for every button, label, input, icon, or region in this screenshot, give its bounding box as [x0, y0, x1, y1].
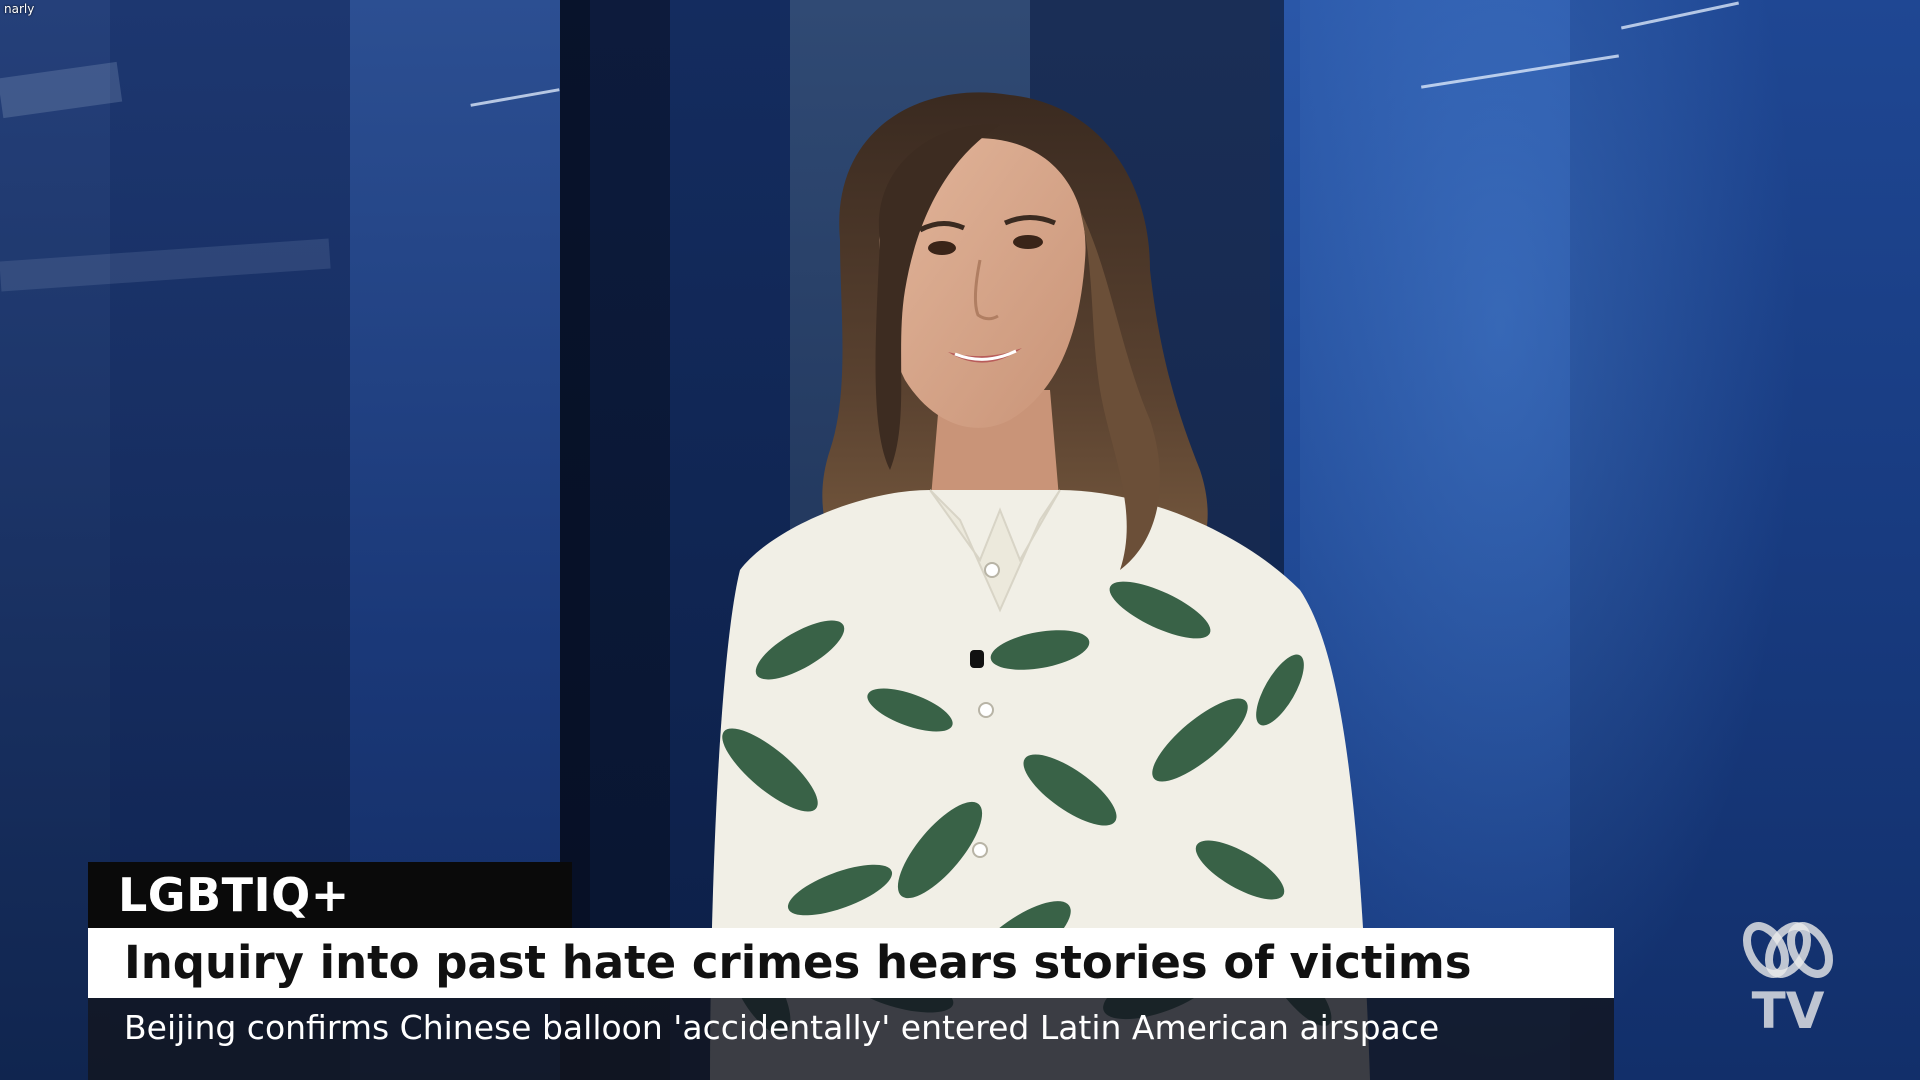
lapel-microphone	[970, 650, 984, 668]
tv-logo-text: TV	[1752, 982, 1825, 1034]
right-eye	[1013, 235, 1043, 249]
abc-tv-logo: TV	[1743, 922, 1833, 1034]
news-ticker: Beijing confirms Chinese balloon 'accide…	[88, 998, 1614, 1080]
broadcast-frame: narly LGBTIQ+ DEATHS Inquiry into past h…	[0, 0, 1920, 1080]
chyron-headline: Inquiry into past hate crimes hears stor…	[88, 928, 1614, 998]
left-eye	[928, 241, 956, 255]
chyron-topic: LGBTIQ+ DEATHS	[88, 862, 572, 988]
corner-label: narly	[4, 2, 35, 16]
